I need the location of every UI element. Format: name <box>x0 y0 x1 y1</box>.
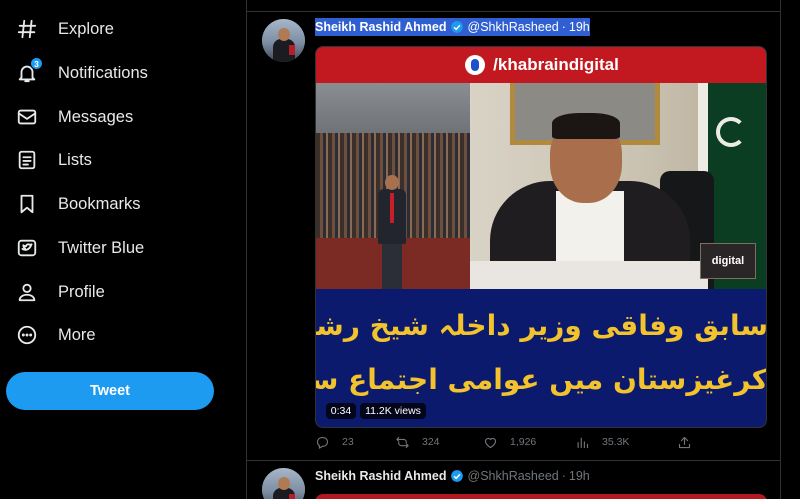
bookmark-icon <box>14 191 40 217</box>
tweet-media-partial[interactable] <box>315 494 767 499</box>
facebook-logo-icon <box>465 55 486 75</box>
tweet-video[interactable]: /khabraindigital digital سابق وفاقی وزیر… <box>315 46 767 428</box>
notification-badge: 3 <box>30 57 43 70</box>
person-icon <box>14 279 40 305</box>
avatar[interactable] <box>262 19 305 62</box>
tweet-actions: 23 324 1,926 35.3K <box>315 434 767 450</box>
author-name[interactable]: Sheikh Rashid Ahmed <box>315 20 447 34</box>
heart-icon <box>484 437 497 448</box>
sidebar-item-notifications[interactable]: 3 Notifications <box>14 57 148 87</box>
timeline: Sheikh Rashid Ahmed @ShkhRasheed · 19h /… <box>246 0 781 499</box>
retweet-button[interactable]: 324 <box>395 434 440 450</box>
retweet-count: 324 <box>422 436 440 448</box>
reply-count: 23 <box>342 436 354 448</box>
author-handle[interactable]: @ShkhRasheed <box>468 20 559 34</box>
caption-line-2: کرغیزستان میں عوامی اجتماع سے خطاب <box>316 363 767 396</box>
sidebar-item-lists[interactable]: Lists <box>14 146 92 174</box>
sidebar-item-label: More <box>58 325 96 344</box>
tweet-timestamp[interactable]: 19h <box>569 469 590 483</box>
views-button[interactable]: 35.3K <box>575 434 629 450</box>
speaker-photo: digital <box>470 83 766 289</box>
header-separator: · <box>561 20 566 34</box>
watermark-banner: /khabraindigital <box>316 47 766 83</box>
sidebar-item-more[interactable]: More <box>14 321 96 349</box>
reply-button[interactable]: 23 <box>315 434 354 450</box>
tweet-header: Sheikh Rashid Ahmed @ShkhRasheed · 19h <box>315 18 590 36</box>
avatar[interactable] <box>262 468 305 499</box>
header-separator: · <box>561 469 566 483</box>
caption-line-1: سابق وفاقی وزیر داخلہ شیخ رشید احمد کا ب… <box>316 309 767 342</box>
more-circle-icon <box>14 322 40 348</box>
verified-badge-icon <box>450 470 463 482</box>
like-button[interactable]: 1,926 <box>483 434 536 450</box>
tweet-header: Sheikh Rashid Ahmed @ShkhRasheed · 19h <box>315 467 590 485</box>
sidebar-item-label: Lists <box>58 150 92 169</box>
sidebar-item-label: Notifications <box>58 63 148 82</box>
sidebar: Explore 3 Notifications Messages Lists B… <box>0 0 246 499</box>
tweet-button[interactable]: Tweet <box>6 372 214 410</box>
divider <box>247 460 780 461</box>
sidebar-item-messages[interactable]: Messages <box>14 103 133 131</box>
share-icon <box>678 436 691 448</box>
video-duration: 0:34 <box>326 403 356 419</box>
divider <box>247 11 780 12</box>
like-count: 1,926 <box>510 436 537 448</box>
sidebar-item-label: Explore <box>58 19 114 38</box>
list-icon <box>14 147 40 173</box>
sidebar-item-explore[interactable]: Explore <box>14 15 114 43</box>
video-views: 11.2K views <box>360 403 426 419</box>
sidebar-item-label: Profile <box>58 282 105 301</box>
hashtag-icon <box>14 16 40 42</box>
envelope-icon <box>14 104 40 130</box>
author-handle[interactable]: @ShkhRasheed <box>468 469 559 483</box>
verified-badge-icon <box>450 21 463 33</box>
author-name[interactable]: Sheikh Rashid Ahmed <box>315 469 447 483</box>
sidebar-item-label: Messages <box>58 107 134 126</box>
sidebar-item-label: Bookmarks <box>58 194 141 213</box>
channel-logo: digital <box>700 243 756 279</box>
crowd-photo <box>316 83 470 289</box>
reply-icon <box>316 436 329 449</box>
tweet-timestamp[interactable]: 19h <box>569 20 590 34</box>
sidebar-item-twitter-blue[interactable]: Twitter Blue <box>14 234 144 262</box>
sidebar-item-label: Twitter Blue <box>58 238 145 257</box>
sidebar-item-bookmarks[interactable]: Bookmarks <box>14 190 141 218</box>
sidebar-item-profile[interactable]: Profile <box>14 278 105 306</box>
view-count: 35.3K <box>602 436 630 448</box>
views-chart-icon <box>577 437 589 448</box>
share-button[interactable] <box>677 434 704 450</box>
bell-icon: 3 <box>14 57 43 86</box>
twitter-blue-icon <box>14 235 40 261</box>
retweet-icon <box>396 436 409 448</box>
watermark-text: /khabraindigital <box>493 55 619 74</box>
